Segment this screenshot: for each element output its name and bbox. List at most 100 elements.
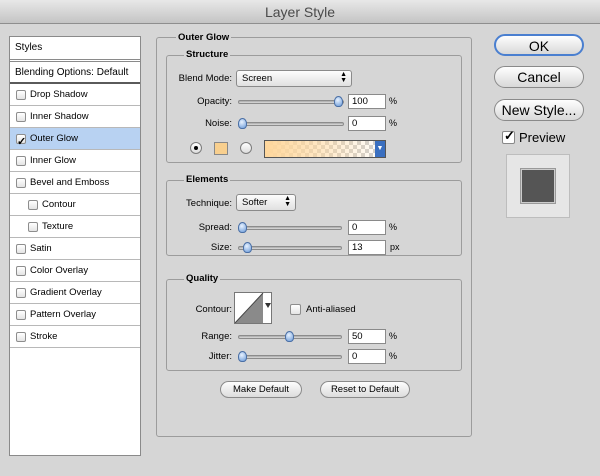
- spread-label: Spread:: [198, 222, 232, 233]
- style-item-label: Inner Shadow: [30, 111, 89, 122]
- jitter-label: Jitter:: [208, 351, 232, 362]
- solid-color-radio[interactable]: [190, 142, 202, 154]
- spread-unit: %: [389, 222, 398, 232]
- range-slider-thumb[interactable]: [285, 331, 294, 342]
- range-unit: %: [389, 331, 398, 341]
- preview-square: [521, 169, 555, 203]
- contour-label: Contour:: [195, 304, 232, 315]
- style-item-label: Bevel and Emboss: [30, 177, 110, 188]
- preview-checkbox[interactable]: [502, 128, 515, 144]
- range-input[interactable]: 50: [348, 329, 386, 344]
- style-item-color-overlay[interactable]: Color Overlay: [10, 260, 140, 282]
- style-checkbox[interactable]: [16, 266, 26, 276]
- size-slider-thumb[interactable]: [243, 242, 252, 253]
- jitter-input[interactable]: 0: [348, 349, 386, 364]
- style-checkbox[interactable]: [16, 178, 26, 188]
- blend-mode-select[interactable]: Screen ▲ ▼: [236, 70, 352, 87]
- opacity-input[interactable]: 100: [348, 94, 386, 109]
- style-checkbox[interactable]: [16, 112, 26, 122]
- style-item-label: Gradient Overlay: [30, 287, 102, 298]
- style-item-texture[interactable]: Texture: [10, 216, 140, 238]
- jitter-slider[interactable]: [238, 351, 342, 362]
- blend-mode-label: Blend Mode:: [178, 73, 232, 84]
- make-default-button[interactable]: Make Default: [220, 381, 302, 398]
- spread-slider-thumb[interactable]: [238, 222, 247, 233]
- jitter-slider-thumb[interactable]: [238, 351, 247, 362]
- size-unit: px: [390, 242, 400, 252]
- style-item-drop-shadow[interactable]: Drop Shadow: [10, 84, 140, 106]
- anti-aliased-label: Anti-aliased: [306, 304, 356, 315]
- style-checkbox[interactable]: [16, 332, 26, 342]
- size-slider[interactable]: [238, 242, 342, 253]
- style-item-contour[interactable]: Contour: [10, 194, 140, 216]
- style-item-inner-shadow[interactable]: Inner Shadow: [10, 106, 140, 128]
- noise-unit: %: [389, 118, 398, 128]
- noise-slider[interactable]: [238, 118, 344, 129]
- style-item-gradient-overlay[interactable]: Gradient Overlay: [10, 282, 140, 304]
- styles-header[interactable]: Styles: [10, 37, 140, 60]
- style-item-label: Texture: [42, 221, 74, 232]
- style-checkbox[interactable]: [28, 200, 38, 210]
- style-checkbox[interactable]: [16, 244, 26, 254]
- styles-list: Styles Blending Options: Default Drop Sh…: [9, 36, 141, 456]
- noise-slider-thumb[interactable]: [238, 118, 247, 129]
- style-item-outer-glow[interactable]: Outer Glow: [10, 128, 140, 153]
- opacity-label: Opacity:: [197, 96, 232, 107]
- opacity-unit: %: [389, 96, 398, 106]
- style-checkbox[interactable]: [16, 310, 26, 320]
- style-checkbox[interactable]: [28, 222, 38, 232]
- style-item-label: Color Overlay: [30, 265, 89, 276]
- outer-glow-title: Outer Glow: [176, 32, 232, 43]
- spread-slider[interactable]: [238, 222, 342, 233]
- technique-value: Softer: [242, 197, 268, 208]
- glow-color-swatch[interactable]: [214, 142, 228, 155]
- gradient-dropdown-icon[interactable]: ▼: [375, 141, 385, 157]
- opacity-slider[interactable]: [238, 96, 344, 107]
- style-item-label: Outer Glow: [30, 133, 79, 144]
- blend-mode-value: Screen: [242, 73, 273, 84]
- style-checkbox[interactable]: [16, 131, 26, 153]
- noise-label: Noise:: [205, 118, 232, 129]
- gradient-radio[interactable]: [240, 142, 252, 154]
- style-item-satin[interactable]: Satin: [10, 238, 140, 260]
- style-item-label: Satin: [30, 243, 52, 254]
- select-arrows-icon: ▲ ▼: [340, 71, 347, 84]
- cancel-button[interactable]: Cancel: [494, 66, 584, 88]
- technique-label: Technique:: [186, 198, 232, 209]
- style-item-inner-glow[interactable]: Inner Glow: [10, 150, 140, 172]
- style-checkbox[interactable]: [16, 90, 26, 100]
- style-checkbox[interactable]: [16, 156, 26, 166]
- blending-options[interactable]: Blending Options: Default: [10, 61, 140, 84]
- style-checkbox[interactable]: [16, 288, 26, 298]
- glow-gradient-picker[interactable]: ▼: [264, 140, 386, 158]
- ok-button[interactable]: OK: [494, 34, 584, 56]
- style-item-label: Drop Shadow: [30, 89, 88, 100]
- style-item-label: Contour: [42, 199, 76, 210]
- outer-glow-panel: Outer Glow Structure Blend Mode: Screen …: [156, 30, 472, 438]
- range-slider[interactable]: [238, 331, 342, 342]
- elements-title: Elements: [184, 174, 231, 185]
- size-label: Size:: [210, 242, 232, 253]
- contour-curve-icon: [234, 292, 271, 324]
- layer-style-dialog: Styles Blending Options: Default Drop Sh…: [0, 24, 600, 476]
- preview-label: Preview: [519, 130, 566, 145]
- style-item-label: Inner Glow: [30, 155, 76, 166]
- spread-input[interactable]: 0: [348, 220, 386, 235]
- new-style-button[interactable]: New Style...: [494, 99, 584, 121]
- style-item-label: Pattern Overlay: [30, 309, 96, 320]
- window-title: Layer Style: [0, 0, 600, 24]
- reset-to-default-button[interactable]: Reset to Default: [320, 381, 410, 398]
- opacity-slider-thumb[interactable]: [334, 96, 343, 107]
- style-item-stroke[interactable]: Stroke: [10, 326, 140, 348]
- noise-input[interactable]: 0: [348, 116, 386, 131]
- quality-title: Quality: [184, 273, 221, 284]
- size-input[interactable]: 13: [348, 240, 386, 255]
- technique-select[interactable]: Softer ▲ ▼: [236, 194, 296, 211]
- structure-title: Structure: [184, 49, 231, 60]
- contour-picker[interactable]: [234, 292, 272, 324]
- jitter-unit: %: [389, 351, 398, 361]
- select-arrows-icon: ▲ ▼: [284, 195, 291, 208]
- anti-aliased-checkbox[interactable]: [290, 304, 301, 315]
- style-item-pattern-overlay[interactable]: Pattern Overlay: [10, 304, 140, 326]
- style-item-bevel-and-emboss[interactable]: Bevel and Emboss: [10, 172, 140, 194]
